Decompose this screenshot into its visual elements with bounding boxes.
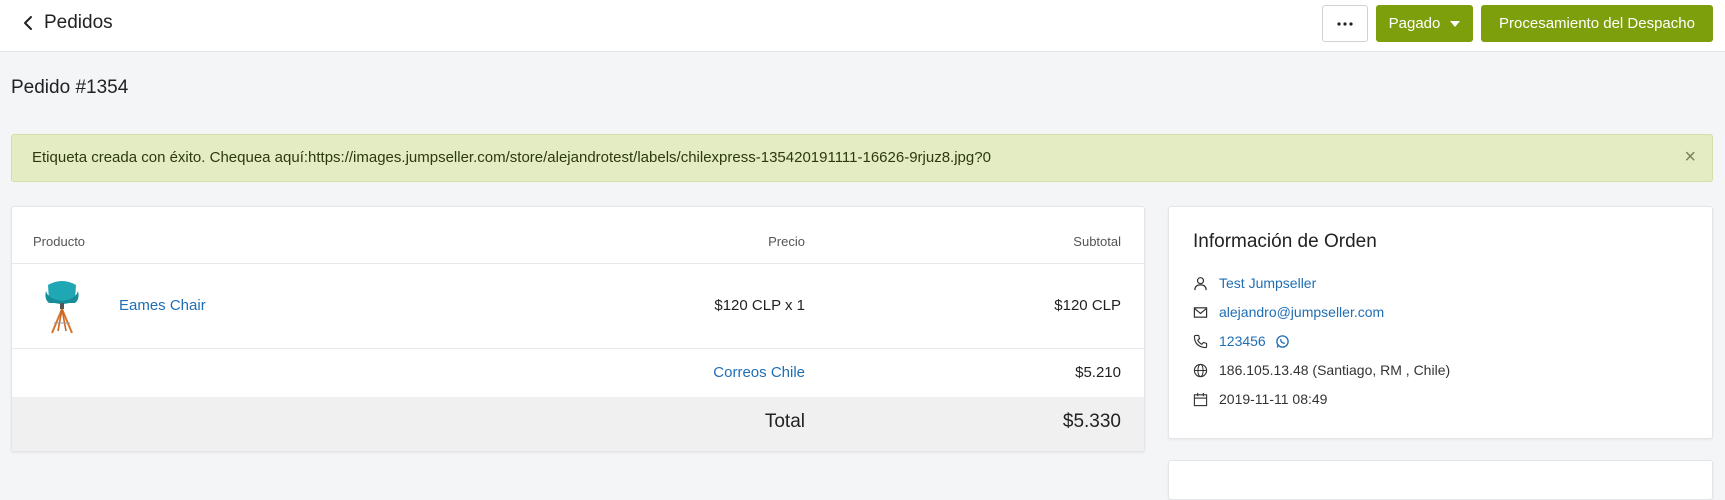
caret-down-icon: [1450, 20, 1461, 27]
envelope-icon: [1193, 306, 1208, 318]
total-value: $5.330: [1062, 411, 1121, 432]
order-date: 2019-11-11 08:49: [1219, 391, 1328, 407]
payment-status-label: Pagado: [1388, 15, 1441, 32]
user-icon: [1194, 276, 1207, 290]
globe-icon: [1193, 363, 1208, 377]
email-link[interactable]: alejandro@jumpseller.com: [1219, 304, 1384, 320]
customer-row: Test Jumpseller: [1193, 273, 1316, 293]
payment-status-dropdown[interactable]: Pagado: [1376, 5, 1473, 42]
products-card: Producto Precio Subtotal Eames Chair $12…: [11, 206, 1145, 452]
close-icon[interactable]: ×: [1684, 147, 1696, 167]
email-row: alejandro@jumpseller.com: [1193, 302, 1384, 322]
product-subtotal: $120 CLP: [1054, 297, 1121, 314]
header-product: Producto: [33, 234, 86, 249]
whatsapp-icon[interactable]: [1275, 334, 1290, 349]
total-row: Total $5.330: [12, 397, 1144, 451]
order-info-card: Información de Orden Test Jumpseller ale…: [1168, 206, 1713, 439]
ip-location: 186.105.13.48 (Santiago, RM , Chile): [1219, 362, 1451, 378]
phone-row: 123456: [1193, 331, 1290, 351]
secondary-card: [1168, 460, 1713, 500]
header-subtotal: Subtotal: [1073, 234, 1121, 249]
more-actions-button[interactable]: [1322, 5, 1368, 42]
total-label: Total: [764, 411, 805, 432]
process-shipping-button[interactable]: Procesamiento del Despacho: [1481, 5, 1713, 42]
date-row: 2019-11-11 08:49: [1193, 389, 1327, 409]
product-thumbnail[interactable]: [42, 279, 82, 335]
divider: [12, 263, 1144, 264]
chevron-left-icon[interactable]: [20, 14, 38, 32]
product-price: $120 CLP x 1: [714, 297, 805, 314]
ellipsis-icon: [1337, 21, 1353, 26]
page-title: Pedido #1354: [11, 77, 129, 98]
product-link[interactable]: Eames Chair: [119, 297, 206, 314]
shipping-cost: $5.210: [1075, 364, 1121, 381]
ip-row: 186.105.13.48 (Santiago, RM , Chile): [1193, 360, 1450, 380]
calendar-icon: [1193, 392, 1208, 406]
customer-link[interactable]: Test Jumpseller: [1219, 275, 1316, 291]
header-price: Precio: [768, 234, 805, 249]
top-bar: Pedidos Pagado Procesamiento del Despach…: [0, 0, 1725, 52]
phone-icon: [1193, 334, 1208, 348]
order-info-title: Información de Orden: [1193, 231, 1377, 252]
phone-link[interactable]: 123456: [1219, 333, 1266, 349]
back-link-pedidos[interactable]: Pedidos: [44, 12, 113, 34]
success-alert: Etiqueta creada con éxito. Chequea aquí:…: [11, 134, 1713, 182]
alert-message: Etiqueta creada con éxito. Chequea aquí:…: [32, 149, 991, 166]
divider: [12, 348, 1144, 349]
shipping-method-link[interactable]: Correos Chile: [713, 364, 805, 381]
